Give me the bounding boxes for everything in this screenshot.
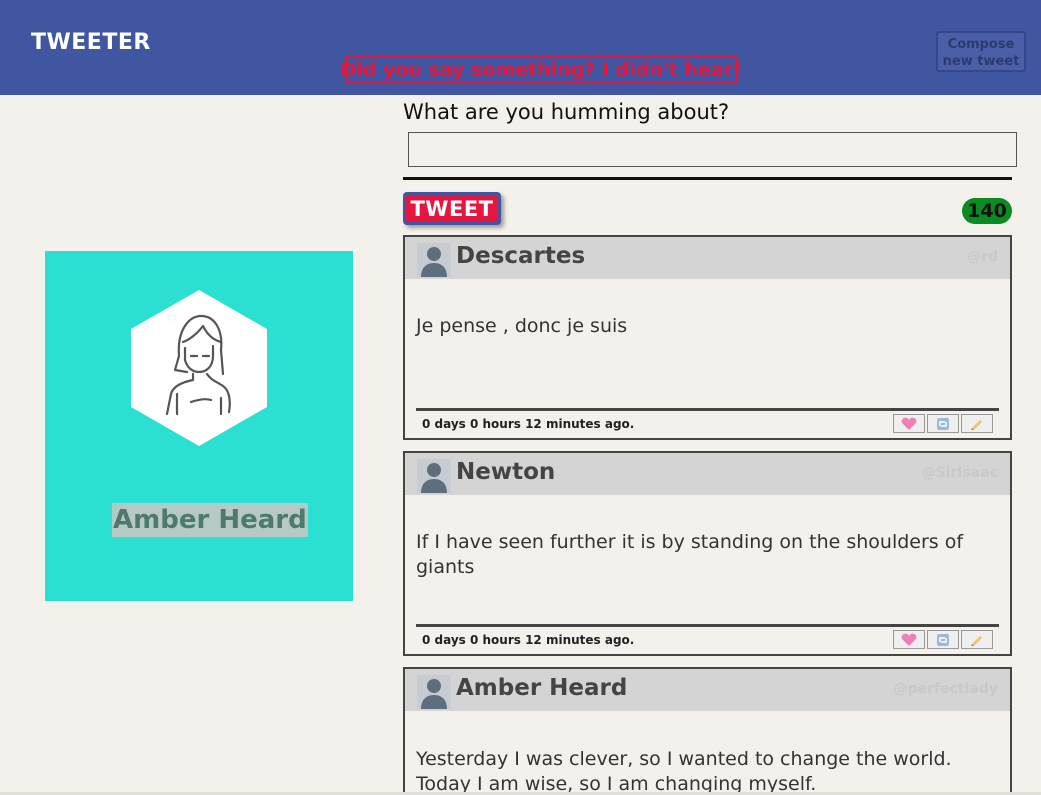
user-avatar-icon	[417, 243, 451, 277]
tweet-button[interactable]: TWEET	[403, 192, 501, 225]
logo[interactable]: TWEETER	[31, 30, 151, 55]
user-avatar-icon	[417, 675, 451, 709]
tweet-header: Descartes @rd	[405, 237, 1010, 279]
heart-icon[interactable]	[893, 414, 925, 433]
tweet-text: Je pense , donc je suis	[416, 315, 628, 337]
retweet-icon[interactable]	[927, 630, 959, 649]
tweet-text: Yesterday I was clever, so I wanted to c…	[416, 748, 952, 795]
error-message: Did you say something? I didn't hear!	[340, 55, 742, 84]
char-counter: 140	[962, 198, 1012, 224]
profile-name: Amber Heard	[112, 503, 308, 537]
flag-icon[interactable]	[961, 630, 993, 649]
retweet-icon[interactable]	[927, 414, 959, 433]
heart-icon[interactable]	[893, 630, 925, 649]
tweet-header: Amber Heard @perfectlady	[405, 669, 1010, 711]
tweet-textarea[interactable]	[408, 132, 1017, 167]
flag-icon[interactable]	[961, 414, 993, 433]
tweet-card: Newton @SirIsaac If I have seen further …	[403, 451, 1012, 656]
tweet-author: Newton	[456, 459, 556, 485]
tweet-timestamp: 0 days 0 hours 12 minutes ago.	[422, 417, 635, 431]
tweet-handle: @SirIsaac	[921, 465, 998, 481]
avatar-icon	[131, 290, 267, 446]
user-avatar-icon	[417, 459, 451, 493]
tweet-card: Descartes @rd Je pense , donc je suis 0 …	[403, 235, 1012, 440]
compose-new-tweet-button[interactable]: Compose new tweet	[936, 31, 1026, 72]
tweet-author: Descartes	[456, 243, 586, 269]
tweet-footer-divider	[416, 408, 999, 411]
tweet-card: Amber Heard @perfectlady Yesterday I was…	[403, 667, 1012, 795]
navbar: TWEETER Did you say something? I didn't …	[0, 0, 1041, 95]
profile-card: Amber Heard	[45, 251, 353, 601]
compose-prompt: What are you humming about?	[403, 100, 730, 124]
tweet-handle: @perfectlady	[893, 681, 998, 697]
divider	[403, 177, 1012, 180]
tweet-footer-divider	[416, 624, 999, 627]
tweet-text: If I have seen further it is by standing…	[416, 531, 964, 578]
tweet-author: Amber Heard	[456, 675, 628, 701]
tweet-header: Newton @SirIsaac	[405, 453, 1010, 495]
tweet-timestamp: 0 days 0 hours 12 minutes ago.	[422, 633, 635, 647]
tweet-handle: @rd	[967, 249, 998, 265]
